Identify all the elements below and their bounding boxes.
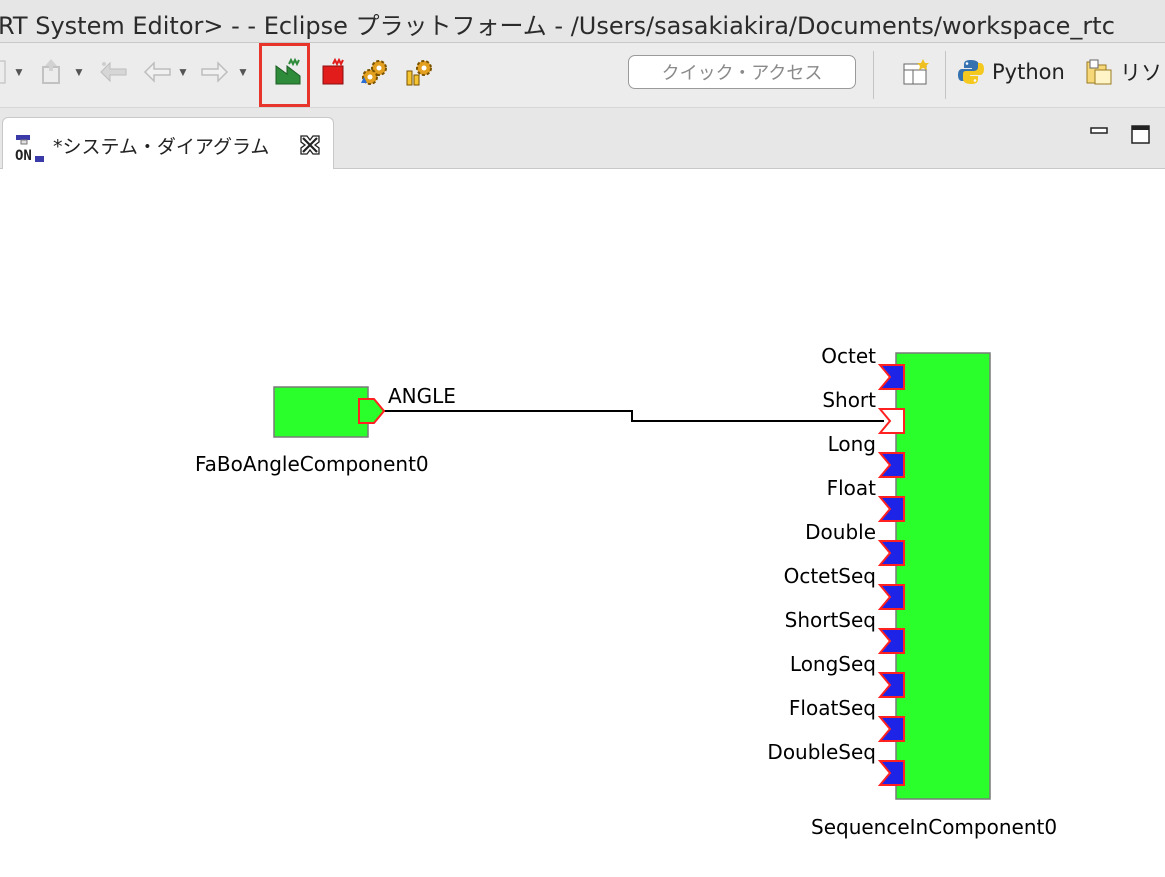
inport-longseq[interactable] — [877, 672, 905, 698]
toolbar-separator — [873, 51, 874, 99]
chevron-down-icon[interactable]: ▼ — [12, 57, 26, 87]
inport-label: LongSeq — [790, 652, 876, 676]
open-perspective-icon[interactable] — [898, 57, 934, 87]
inport-label: Octet — [821, 344, 876, 368]
chevron-down-icon[interactable]: ▼ — [176, 57, 190, 87]
outport-label: ANGLE — [388, 384, 456, 408]
inport-octet[interactable] — [877, 364, 905, 390]
new-dropdown-icon[interactable] — [0, 57, 10, 87]
title-bar: RT System Editor> - - Eclipse プラットフォーム -… — [0, 0, 1165, 43]
component-name: SequenceInComponent0 — [811, 815, 1057, 839]
inport-label: Float — [827, 476, 877, 500]
activate-all-icon[interactable] — [272, 57, 304, 87]
perspective-resource[interactable]: リソ — [1084, 57, 1165, 87]
chevron-down-icon[interactable]: ▼ — [72, 57, 86, 87]
connector-line[interactable] — [384, 410, 884, 422]
inport-octetseq[interactable] — [877, 584, 905, 610]
start-all-icon[interactable] — [358, 57, 392, 87]
forward-icon[interactable] — [196, 57, 232, 87]
inport-label: Double — [805, 520, 876, 544]
tab-system-diagram[interactable]: ON *システム・ダイアグラム — [2, 117, 334, 169]
perspective-label: Python — [992, 60, 1065, 84]
perspective-python[interactable]: Python — [956, 57, 1078, 87]
editor-tab-bar: ON *システム・ダイアグラム — [0, 108, 1165, 169]
next-annotation-icon[interactable] — [34, 57, 70, 87]
inport-label: ShortSeq — [785, 608, 876, 632]
component-body[interactable] — [895, 352, 991, 800]
back-icon[interactable] — [140, 57, 176, 87]
inport-label: Short — [822, 388, 876, 412]
inport-label: Long — [828, 432, 876, 456]
toolbar-separator — [945, 51, 946, 99]
outport-angle[interactable] — [358, 398, 386, 424]
chevron-down-icon[interactable]: ▼ — [236, 57, 250, 87]
close-icon[interactable] — [299, 134, 321, 162]
stop-all-icon[interactable] — [402, 57, 436, 87]
inport-label: FloatSeq — [789, 696, 876, 720]
component-body[interactable] — [273, 386, 369, 438]
system-diagram-icon: ON — [15, 134, 47, 169]
resource-icon — [1086, 59, 1112, 85]
inport-shortseq[interactable] — [877, 628, 905, 654]
inport-doubleseq[interactable] — [877, 760, 905, 786]
inport-group: Octet Short Long Float Double OctetSeq ShortSe… — [767, 344, 905, 786]
window-title: RT System Editor> - - Eclipse プラットフォーム -… — [0, 12, 1115, 40]
minimize-icon[interactable] — [1090, 125, 1108, 143]
inport-float[interactable] — [877, 496, 905, 522]
svg-text:ON: ON — [15, 148, 32, 164]
perspective-label: リソ — [1120, 61, 1162, 85]
tab-label: *システム・ダイアグラム — [53, 136, 270, 158]
python-icon — [958, 60, 984, 84]
inport-long[interactable] — [877, 452, 905, 478]
component-name: FaBoAngleComponent0 — [195, 452, 429, 476]
component-faboangle[interactable]: ANGLE FaBoAngleComponent0 — [195, 384, 456, 476]
inport-label: DoubleSeq — [767, 740, 876, 764]
inport-label: OctetSeq — [784, 564, 876, 588]
component-sequencein[interactable]: Octet Short Long Float Double OctetSeq ShortSe… — [767, 344, 1057, 839]
maximize-icon[interactable] — [1131, 125, 1150, 144]
deactivate-all-icon[interactable] — [318, 57, 350, 87]
quick-access-input[interactable]: クイック・アクセス — [628, 55, 856, 89]
inport-floatseq[interactable] — [877, 716, 905, 742]
system-diagram: ANGLE FaBoAngleComponent0 Octet Short Long… — [195, 344, 1057, 839]
inport-double[interactable] — [877, 540, 905, 566]
last-edit-location-icon[interactable] — [96, 57, 132, 87]
main-toolbar: ▼ ▼ ▼ ▼ クイック・アクセス Python リソ — [0, 43, 1165, 108]
diagram-canvas[interactable]: ANGLE FaBoAngleComponent0 Octet Short Long… — [0, 169, 1165, 877]
